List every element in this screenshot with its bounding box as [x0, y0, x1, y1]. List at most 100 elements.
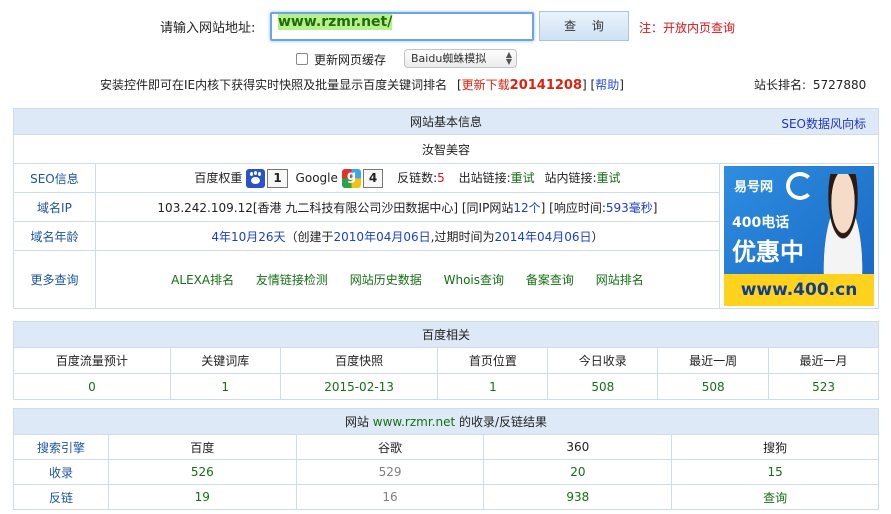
index-360[interactable]: 20: [483, 459, 673, 485]
refresh-cache-row: 更新网页缓存: [296, 49, 386, 69]
baidu-related-title: 百度相关: [13, 321, 879, 348]
same-ip-count-link[interactable]: 12个: [513, 201, 540, 215]
baidu-related-table: 百度相关 百度流量预计 关键词库 百度快照 首页位置 今日收录 最近一周 最近一…: [13, 321, 879, 400]
baidu-col-today: 今日收录: [547, 347, 659, 374]
index-sogou[interactable]: 15: [671, 459, 879, 485]
url-label: 请输入网站地址:: [160, 21, 256, 36]
inner-page-note: 注：开放内页查询: [639, 21, 736, 35]
site-history-link[interactable]: 网站历史数据: [350, 273, 422, 287]
baidu-weight-label: 百度权重: [194, 170, 243, 185]
spider-simulation-value: Baidu蜘蛛模拟: [411, 52, 487, 65]
ip-address: 103.242.109.12: [157, 200, 253, 215]
ad-banner[interactable]: 易号网 400电话 优惠中 www.400.cn: [724, 166, 874, 306]
baidu-col-snapshot: 百度快照: [279, 347, 439, 374]
seo-info-values: 百度权重1 Google4 反链数:5 出站链接:重试 站内链接:重试: [94, 163, 721, 193]
site-rank-link[interactable]: 网站排名: [596, 273, 644, 287]
backlinks-label: 反链数:: [397, 170, 438, 185]
whois-query-link[interactable]: Whois查询: [444, 273, 504, 287]
baidu-traffic-value: 0: [13, 373, 171, 400]
expire-prefix: ,过期时间为: [430, 229, 495, 244]
domain-ip-label: 域名IP: [13, 192, 96, 222]
ad-brand: 易号网: [734, 180, 774, 195]
baidu-week-value: 508: [657, 373, 770, 400]
engine-360: 360: [483, 434, 673, 460]
ad-logo-icon: [786, 172, 814, 200]
google-label: Google: [295, 170, 338, 185]
backlink-label: 反链: [13, 484, 109, 510]
spider-simulation-select[interactable]: Baidu蜘蛛模拟 ▲ ▼: [404, 49, 517, 68]
index-backlink-header: 网站 www.rzmr.net 的收录/反链结果: [13, 408, 879, 435]
engine-header-row: 搜索引擎 百度 谷歌 360 搜狗: [13, 434, 879, 460]
google-icon: [341, 168, 361, 188]
ad-line1: 400电话: [732, 215, 790, 231]
baidu-weight-value: 1: [267, 168, 288, 188]
ad-url: www.400.cn: [724, 274, 874, 306]
site-name-row: 汝智美容: [13, 134, 879, 164]
backlink-360[interactable]: 938: [483, 484, 673, 510]
baidu-related-column-headers: 百度流量预计 关键词库 百度快照 首页位置 今日收录 最近一周 最近一月: [13, 347, 879, 374]
baidu-related-header: 百度相关: [13, 321, 879, 348]
expire-date: 2014年04月06日: [494, 229, 592, 244]
ad-operator-image-icon: [816, 174, 870, 274]
ad-cell: 易号网 400电话 优惠中 www.400.cn: [719, 163, 879, 309]
baidu-col-traffic: 百度流量预计: [13, 347, 171, 374]
basic-info-header: 网站基本信息 SEO数据风向标: [13, 108, 879, 135]
rank-value: 5727880: [812, 78, 867, 92]
basic-info-title: 网站基本信息: [409, 115, 482, 129]
index-google[interactable]: 529: [295, 459, 485, 485]
created-prefix: （创建于: [285, 229, 334, 244]
index-baidu[interactable]: 526: [107, 459, 297, 485]
ip-location: [香港 九二科技有限公司沙田数据中心]: [252, 200, 459, 215]
inlinks-retry-link[interactable]: 重试: [597, 171, 621, 185]
baidu-keywords-value: 1: [169, 373, 281, 400]
update-version: 20141208: [509, 78, 583, 93]
select-arrows-icon: ▲ ▼: [505, 50, 512, 66]
inlinks-label: 站内链接:: [544, 170, 597, 185]
index-backlink-title: 网站 www.rzmr.net 的收录/反链结果: [13, 408, 879, 435]
backlink-google[interactable]: 16: [295, 484, 485, 510]
domain-age: 4年10月26天: [211, 229, 286, 244]
url-input[interactable]: www.rzmr.net/: [270, 12, 534, 41]
site-name: 汝智美容: [13, 134, 879, 164]
result-title-prefix: 网站: [344, 415, 373, 429]
webmaster-rank: 站长排名: 5727880: [754, 76, 866, 93]
engine-label: 搜索引擎: [13, 434, 109, 460]
backlink-sogou-query-link[interactable]: 查询: [671, 484, 879, 510]
backlink-row: 反链 19 16 938 查询: [13, 484, 879, 510]
refresh-cache-checkbox[interactable]: [296, 53, 308, 65]
result-title-site-link[interactable]: www.rzmr.net: [373, 415, 455, 429]
seo-wind-link[interactable]: SEO数据风向标: [781, 115, 866, 132]
outlinks-retry-link[interactable]: 重试: [511, 171, 535, 185]
index-row: 收录 526 529 20 15: [13, 459, 879, 485]
baidu-today-value: 508: [547, 373, 659, 400]
help-link[interactable]: 帮助: [595, 78, 619, 92]
alexa-rank-link[interactable]: ALEXA排名: [171, 273, 234, 287]
install-text: 安装控件即可在IE内核下获得实时快照及批量显示百度关键词排名: [100, 78, 448, 92]
baidu-home-position-value: 1: [437, 373, 549, 400]
engine-google: 谷歌: [295, 434, 485, 460]
baidu-col-week: 最近一周: [657, 347, 770, 374]
same-ip-suffix: ]: [540, 200, 546, 215]
rank-label: 站长排名:: [754, 78, 807, 92]
friend-link-check-link[interactable]: 友情链接检测: [256, 273, 328, 287]
baidu-related-values: 0 1 2015-02-13 1 508 508 523: [13, 373, 879, 400]
update-download-link[interactable]: 更新下载20141208: [462, 78, 583, 93]
ad-line2: 优惠中: [732, 238, 804, 266]
more-query-label: 更多查询: [13, 250, 96, 309]
icp-query-link[interactable]: 备案查询: [526, 273, 574, 287]
response-suffix: ]: [652, 200, 658, 215]
engine-sogou: 搜狗: [671, 434, 879, 460]
baidu-col-month: 最近一月: [768, 347, 879, 374]
install-plugin-notice: 安装控件即可在IE内核下获得实时快照及批量显示百度关键词排名 [更新下载2014…: [100, 76, 624, 93]
engine-baidu: 百度: [107, 434, 297, 460]
baidu-snapshot-value: 2015-02-13: [279, 373, 439, 400]
backlinks-value: 5: [437, 170, 445, 185]
response-time: 593毫秒: [605, 200, 653, 215]
bracket-close: ]: [582, 78, 587, 92]
query-button[interactable]: 查 询: [539, 11, 629, 41]
backlink-baidu[interactable]: 19: [107, 484, 297, 510]
domain-age-label: 域名年龄: [13, 221, 96, 251]
refresh-cache-label[interactable]: 更新网页缓存: [314, 51, 386, 68]
bracket-close-help: ]: [619, 78, 624, 92]
google-pr-value: 4: [362, 168, 384, 188]
